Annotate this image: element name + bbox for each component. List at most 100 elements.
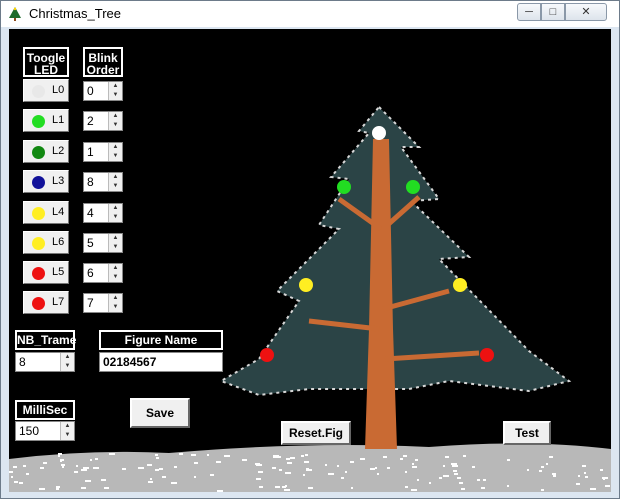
snow-speckle	[210, 474, 214, 476]
snow-speckle	[155, 454, 158, 456]
snow-speckle	[360, 458, 365, 460]
test-button[interactable]: Test	[503, 421, 551, 445]
blink-order-spinner-3[interactable]: 8 ▲ ▼	[83, 172, 123, 192]
blink-order-value: 0	[87, 84, 94, 98]
snow-speckle	[95, 458, 98, 460]
tree-light-4	[453, 278, 467, 292]
spinner-arrows[interactable]: ▲ ▼	[108, 82, 122, 100]
millisec-spinner[interactable]: ▲ ▼	[60, 422, 74, 440]
spinner-arrows[interactable]: ▲ ▼	[108, 173, 122, 191]
blink-order-header: Blink Order	[83, 47, 123, 77]
snow-speckle	[412, 463, 414, 465]
figure-name-input[interactable]: 02184567	[99, 352, 223, 372]
snow-speckle	[287, 462, 292, 464]
snow-speckle	[174, 466, 177, 468]
blink-order-spinner-6[interactable]: 6 ▲ ▼	[83, 263, 123, 283]
snow-speckle	[405, 486, 408, 488]
snow-speckle	[328, 473, 334, 475]
snow-speckle	[76, 465, 78, 467]
blink-order-value: 2	[87, 114, 94, 128]
millisec-value: 150	[19, 424, 40, 438]
led-label: L3	[52, 175, 65, 187]
led-toggle-4[interactable]: L4	[23, 201, 69, 224]
snow-speckle	[58, 453, 62, 455]
snow-speckle	[412, 466, 417, 468]
spinner-arrows[interactable]: ▲ ▼	[108, 234, 122, 252]
nb-trame-spinner[interactable]: ▲ ▼	[60, 353, 74, 371]
snow-speckle	[439, 477, 442, 479]
led-toggle-0[interactable]: L0	[23, 79, 69, 102]
led-toggle-1[interactable]: L1	[23, 109, 69, 132]
blink-order-spinner-7[interactable]: 7 ▲ ▼	[83, 293, 123, 313]
snow-speckle	[383, 456, 387, 458]
millisec-input[interactable]: 150 ▲ ▼	[15, 421, 75, 441]
tree-light-2	[406, 180, 420, 194]
snow-speckle	[507, 459, 510, 461]
spinner-arrows[interactable]: ▲ ▼	[108, 264, 122, 282]
snow-speckle	[337, 465, 339, 467]
snow-speckle	[303, 474, 305, 476]
led-toggle-5[interactable]: L6	[23, 231, 69, 254]
snow-speckle	[147, 464, 152, 466]
blink-order-value: 6	[87, 266, 94, 280]
tree-light-6	[480, 348, 494, 362]
led-label: L4	[52, 206, 65, 218]
nb-trame-label: NB_Trame	[15, 330, 76, 350]
spinner-arrows[interactable]: ▲ ▼	[108, 204, 122, 222]
spinner-arrows[interactable]: ▲ ▼	[108, 112, 122, 130]
snow-speckle	[387, 467, 390, 469]
snow-ground	[9, 443, 611, 492]
snow-speckle	[341, 477, 344, 479]
snow-speckle	[85, 480, 91, 482]
snow-speckle	[74, 471, 78, 473]
blink-order-spinner-0[interactable]: 0 ▲ ▼	[83, 81, 123, 101]
led-label: L7	[52, 296, 65, 308]
led-indicator	[32, 267, 45, 280]
snow-speckle	[345, 471, 347, 473]
snow-speckle	[307, 469, 311, 471]
blink-order-spinner-4[interactable]: 4 ▲ ▼	[83, 203, 123, 223]
blink-order-spinner-2[interactable]: 1 ▲ ▼	[83, 142, 123, 162]
snow-speckle	[122, 468, 126, 470]
snow-speckle	[403, 455, 407, 457]
close-button[interactable]: ✕	[565, 3, 607, 21]
led-toggle-2[interactable]: L2	[23, 140, 69, 163]
snow-speckle	[301, 455, 304, 457]
save-button[interactable]: Save	[130, 398, 190, 428]
snow-speckle	[452, 465, 458, 467]
snow-speckle	[585, 476, 588, 478]
snow-speckle	[171, 482, 177, 484]
snow-speckle	[104, 487, 109, 489]
led-label: L1	[52, 114, 65, 126]
snow-speckle	[179, 453, 183, 455]
spinner-arrows[interactable]: ▲ ▼	[108, 294, 122, 312]
snow-speckle	[273, 455, 279, 457]
blink-order-value: 8	[87, 175, 94, 189]
reset-fig-button[interactable]: Reset.Fig	[281, 421, 351, 445]
led-toggle-6[interactable]: L5	[23, 261, 69, 284]
snow-speckle	[285, 485, 287, 487]
snow-speckle	[62, 466, 64, 468]
blink-order-spinner-1[interactable]: 2 ▲ ▼	[83, 111, 123, 131]
led-toggle-3[interactable]: L3	[23, 170, 69, 193]
snow-speckle	[451, 463, 457, 465]
snow-speckle	[541, 466, 544, 468]
led-toggle-7[interactable]: L7	[23, 291, 69, 314]
snow-speckle	[576, 483, 580, 485]
snow-speckle	[290, 457, 295, 459]
maximize-button[interactable]: □	[541, 3, 565, 21]
snow-speckle	[472, 466, 475, 468]
snow-speckle	[39, 488, 45, 490]
snow-speckle	[194, 476, 196, 478]
minimize-button[interactable]: ─	[517, 3, 541, 21]
snow-speckle	[156, 457, 159, 459]
spinner-arrows[interactable]: ▲ ▼	[108, 143, 122, 161]
snow-speckle	[483, 479, 486, 481]
snow-speckle	[350, 461, 354, 463]
nb-trame-input[interactable]: 8 ▲ ▼	[15, 352, 75, 372]
snow-speckle	[26, 473, 29, 475]
snow-speckle	[142, 467, 144, 469]
blink-order-spinner-5[interactable]: 5 ▲ ▼	[83, 233, 123, 253]
snow-speckle	[325, 464, 327, 466]
snow-speckle	[61, 464, 65, 466]
